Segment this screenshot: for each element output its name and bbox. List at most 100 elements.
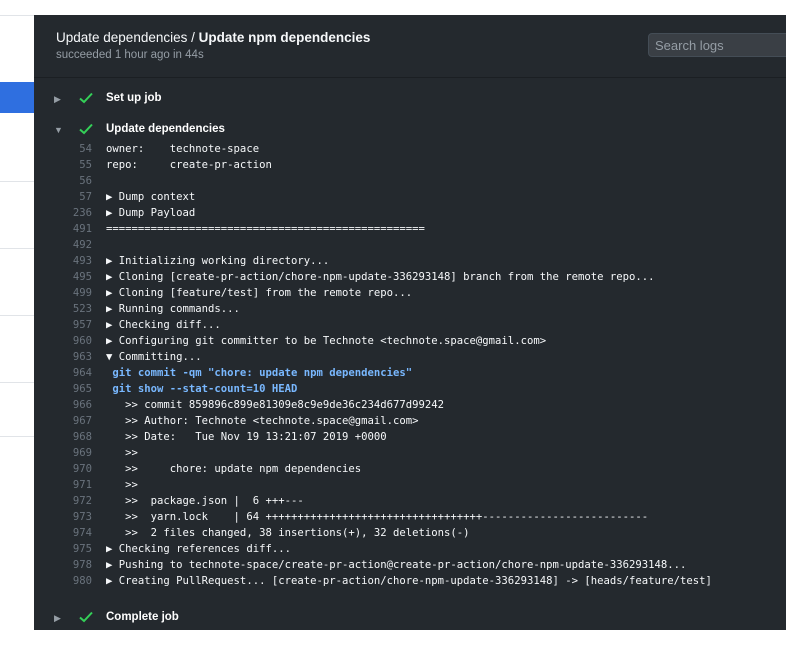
log-line: 968 >> Date: Tue Nov 19 13:21:07 2019 +0… [34,429,786,445]
line-number[interactable]: 495 [34,269,92,285]
sidebar-divider [0,181,34,182]
log-line[interactable]: 975 ▶ Checking references diff... [34,541,786,557]
log-line-text: ▼ Committing... [106,351,202,363]
log-line[interactable]: 236 ▶ Dump Payload [34,205,786,221]
log-line-text: ▶ Creating PullRequest... [create-pr-act… [106,575,712,587]
log-line-text: ▶ Checking diff... [106,319,221,331]
log-panel: Update dependencies / Update npm depende… [34,15,786,630]
line-number[interactable]: 969 [34,445,92,461]
log-line-text: >> yarn.lock | 64 ++++++++++++++++++++++… [106,511,649,523]
line-number[interactable]: 971 [34,477,92,493]
log-line: 973 >> yarn.lock | 64 ++++++++++++++++++… [34,509,786,525]
log-line-text: >> Date: Tue Nov 19 13:21:07 2019 +0000 [106,431,387,443]
line-number[interactable]: 493 [34,253,92,269]
line-number[interactable]: 972 [34,493,92,509]
log-line-text: >> 2 files changed, 38 insertions(+), 32… [106,527,470,539]
line-number[interactable]: 56 [34,173,92,189]
log-line-text: >> [106,447,138,459]
line-number[interactable]: 967 [34,413,92,429]
line-number[interactable]: 55 [34,157,92,173]
sidebar-divider [0,15,34,16]
log-output: 54 owner: technote-space 55 repo: create-pr… [34,141,786,589]
page-title: Update dependencies / Update npm depende… [56,30,370,45]
log-line-text: ▶ Dump context [106,191,196,203]
log-line-text: ▶ Cloning [create-pr-action/chore-npm-up… [106,271,655,283]
log-line-text: git commit -qm "chore: update npm depend… [106,367,413,379]
line-number[interactable]: 966 [34,397,92,413]
sidebar-divider [0,436,34,437]
log-line-text: ▶ Pushing to technote-space/create-pr-ac… [106,559,687,571]
expand-triangle-icon[interactable]: ▶ [54,613,61,624]
line-number[interactable]: 54 [34,141,92,157]
line-number[interactable]: 499 [34,285,92,301]
step-label: Complete job [106,611,179,623]
log-line: 969 >> [34,445,786,461]
line-number[interactable]: 964 [34,365,92,381]
log-line: 972 >> package.json | 6 +++--- [34,493,786,509]
sidebar-divider [0,382,34,383]
log-line: 55 repo: create-pr-action [34,157,786,173]
line-number[interactable]: 963 [34,349,92,365]
log-line-text: >> Author: Technote <technote.space@gmai… [106,415,419,427]
step-label: Update dependencies [106,123,225,135]
line-number[interactable]: 960 [34,333,92,349]
log-line[interactable]: 493 ▶ Initializing working directory... [34,253,786,269]
check-icon [79,92,93,104]
sidebar-divider [0,248,34,249]
line-number[interactable]: 523 [34,301,92,317]
log-line[interactable]: 495 ▶ Cloning [create-pr-action/chore-npm… [34,269,786,285]
log-line: 970 >> chore: update npm dependencies [34,461,786,477]
log-line-text: >> package.json | 6 +++--- [106,495,304,507]
log-line-text: ▶ Configuring git committer to be Techno… [106,335,547,347]
line-number[interactable]: 965 [34,381,92,397]
log-line-text: ▶ Dump Payload [106,207,196,219]
log-line: 491 =====================================… [34,221,786,237]
log-line[interactable]: 963 ▼ Committing... [34,349,786,365]
line-number[interactable]: 957 [34,317,92,333]
log-line[interactable]: 499 ▶ Cloning [feature/test] from the rem… [34,285,786,301]
step-complete-job[interactable]: ▶ Complete job [34,609,786,630]
log-line: 56 [34,173,786,189]
log-line: 974 >> 2 files changed, 38 insertions(+)… [34,525,786,541]
check-icon [79,123,93,135]
line-number[interactable]: 970 [34,461,92,477]
log-line: 967 >> Author: Technote <technote.space@… [34,413,786,429]
log-line-text: owner: technote-space [106,143,260,155]
log-line: 492 [34,237,786,253]
line-number[interactable]: 974 [34,525,92,541]
log-line: 965 git show --stat-count=10 HEAD [34,381,786,397]
log-line[interactable]: 57 ▶ Dump context [34,189,786,205]
line-number[interactable]: 57 [34,189,92,205]
log-line: 966 >> commit 859896c899e81309e8c9e9de36… [34,397,786,413]
line-number[interactable]: 491 [34,221,92,237]
sidebar-item-selected[interactable] [0,82,34,113]
line-number[interactable]: 975 [34,541,92,557]
expand-triangle-icon[interactable]: ▶ [54,94,61,105]
log-line-text: ▶ Cloning [feature/test] from the remote… [106,287,413,299]
line-number[interactable]: 968 [34,429,92,445]
log-line[interactable]: 523 ▶ Running commands... [34,301,786,317]
log-line-text: ========================================… [106,223,425,235]
run-status-text: succeeded 1 hour ago in 44s [56,49,204,61]
log-header: Update dependencies / Update npm depende… [34,15,786,78]
log-line-text: >> chore: update npm dependencies [106,463,362,475]
log-line[interactable]: 957 ▶ Checking diff... [34,317,786,333]
log-line[interactable]: 960 ▶ Configuring git committer to be Tec… [34,333,786,349]
log-line-text: >> [106,479,138,491]
left-sidebar [0,0,34,645]
sidebar-divider [0,315,34,316]
line-number[interactable]: 236 [34,205,92,221]
check-icon [79,611,93,623]
line-number[interactable]: 980 [34,573,92,589]
step-set-up-job[interactable]: ▶ Set up job [34,90,786,114]
line-number[interactable]: 973 [34,509,92,525]
log-line[interactable]: 980 ▶ Creating PullRequest... [create-pr-… [34,573,786,589]
workflow-name: Update dependencies / [56,30,199,45]
collapse-triangle-icon[interactable]: ▼ [54,125,63,135]
step-label: Set up job [106,92,162,104]
search-logs-input[interactable] [648,33,786,57]
line-number[interactable]: 978 [34,557,92,573]
log-line[interactable]: 978 ▶ Pushing to technote-space/create-pr… [34,557,786,573]
log-line-text: ▶ Checking references diff... [106,543,291,555]
line-number[interactable]: 492 [34,237,92,253]
